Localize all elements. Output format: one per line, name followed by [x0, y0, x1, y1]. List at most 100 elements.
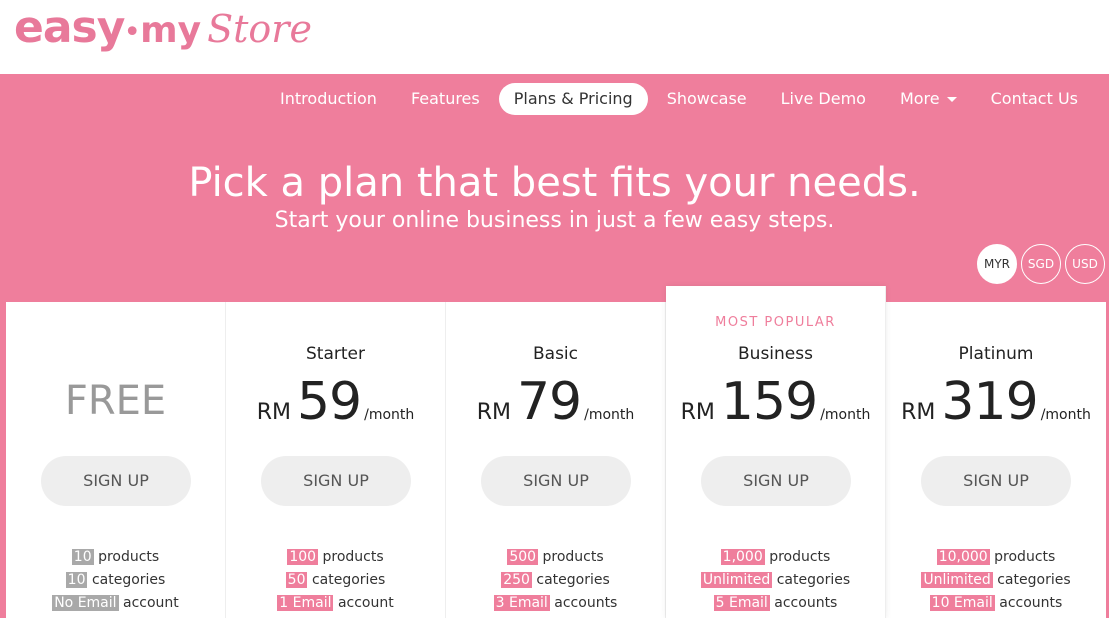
feature-label: categories: [311, 572, 386, 588]
nav-introduction[interactable]: Introduction: [263, 83, 394, 115]
price-period: /month: [820, 407, 871, 423]
feature-row: 100 products: [226, 546, 445, 569]
plan-price: RM 319 /month: [886, 372, 1106, 432]
feature-row: 10 products: [6, 546, 225, 569]
nav-plans-pricing[interactable]: Plans & Pricing: [498, 83, 648, 115]
nav-features[interactable]: Features: [394, 83, 497, 115]
feature-row: Unlimited categories: [886, 569, 1106, 592]
feature-row: 250 categories: [446, 569, 665, 592]
feature-row: 10,000 products: [886, 546, 1106, 569]
signup-button-platinum[interactable]: SIGN UP: [921, 456, 1071, 506]
feature-row: 5 Email accounts: [666, 592, 885, 615]
plan-free-label: FREE: [64, 378, 167, 424]
plan-name: Basic: [532, 344, 578, 364]
signup-button-free[interactable]: SIGN UP: [41, 456, 191, 506]
feature-value: 10: [71, 549, 94, 565]
feature-label: products: [98, 549, 160, 565]
currency-usd-button[interactable]: USD: [1065, 244, 1105, 284]
feature-row: 1 Email account: [226, 592, 445, 615]
nav-more[interactable]: More: [883, 83, 974, 115]
feature-row: 1,000 products: [666, 546, 885, 569]
signup-button-starter[interactable]: SIGN UP: [261, 456, 411, 506]
price-amount: 59: [296, 372, 362, 432]
price-currency: RM: [680, 400, 715, 425]
currency-myr-button[interactable]: MYR: [977, 244, 1017, 284]
plan-price: RM 159 /month: [666, 372, 885, 432]
nav-more-label: More: [899, 89, 940, 108]
feature-value: 1 Email: [277, 595, 334, 611]
currency-switcher: MYR SGD USD: [977, 244, 1105, 284]
price-period: /month: [584, 407, 635, 423]
page-subheadline: Start your online business in just a few…: [274, 208, 835, 233]
feature-label: products: [994, 549, 1056, 565]
chevron-down-icon: [946, 97, 957, 102]
plan-card-platinum: Platinum RM 319 /month SIGN UP 10,000 pr…: [886, 302, 1106, 618]
feature-row: 3 Email accounts: [446, 592, 665, 615]
feature-value: 50: [285, 572, 308, 588]
feature-value: Unlimited: [921, 572, 993, 588]
price-amount: 79: [516, 372, 582, 432]
feature-row: 50 categories: [226, 569, 445, 592]
feature-label: account: [123, 595, 179, 611]
plan-card-basic: Basic RM 79 /month SIGN UP 500 products …: [446, 302, 666, 618]
plan-price: RM 59 /month: [226, 372, 445, 432]
feature-label: account: [337, 595, 394, 611]
feature-value: 100: [287, 549, 319, 565]
price-period: /month: [1040, 407, 1091, 423]
nav-contact-us[interactable]: Contact Us: [974, 83, 1095, 115]
price-amount: 319: [941, 372, 1038, 432]
feature-label: products: [322, 549, 384, 565]
feature-value: 3 Email: [493, 595, 550, 611]
price-currency: RM: [256, 400, 291, 425]
pricing-plans: FREE SIGN UP 10 products 10 categories N…: [6, 286, 1106, 618]
main-nav: Introduction Features Plans & Pricing Sh…: [263, 83, 1095, 115]
feature-label: categories: [536, 572, 610, 588]
feature-row: No Email account: [6, 592, 225, 615]
plan-card-business: MOST POPULAR Business RM 159 /month SIGN…: [666, 286, 886, 618]
signup-button-business[interactable]: SIGN UP: [701, 456, 851, 506]
nav-showcase[interactable]: Showcase: [650, 83, 764, 115]
price-amount: 159: [720, 372, 818, 432]
price-currency: RM: [901, 400, 936, 425]
plan-features-platinum: 10,000 products Unlimited categories 10 …: [886, 546, 1106, 615]
feature-row: 500 products: [446, 546, 665, 569]
logo-my: my: [140, 10, 202, 51]
feature-value: 10: [65, 572, 88, 588]
page-headline: Pick a plan that best fits your needs.: [188, 160, 921, 206]
feature-value: 500: [507, 549, 539, 565]
feature-label: products: [769, 549, 831, 565]
feature-value: 250: [501, 572, 532, 588]
feature-value: 10,000: [936, 549, 990, 565]
feature-row: Unlimited categories: [666, 569, 885, 592]
plan-features-basic: 500 products 250 categories 3 Email acco…: [446, 546, 665, 615]
logo-store: Store: [207, 7, 312, 51]
feature-label: accounts: [554, 595, 618, 611]
feature-label: accounts: [999, 595, 1063, 611]
plan-features-free: 10 products 10 categories No Email accou…: [6, 546, 225, 615]
feature-row: 10 categories: [6, 569, 225, 592]
plan-name: Business: [738, 344, 813, 364]
feature-label: products: [542, 549, 604, 565]
currency-sgd-button[interactable]: SGD: [1021, 244, 1061, 284]
plan-card-starter: Starter RM 59 /month SIGN UP 100 product…: [226, 302, 446, 618]
feature-value: No Email: [52, 595, 119, 611]
plan-features-business: 1,000 products Unlimited categories 5 Em…: [666, 546, 885, 615]
feature-value: Unlimited: [700, 572, 773, 588]
plan-name: Platinum: [958, 344, 1034, 364]
price-period: /month: [364, 407, 415, 423]
price-currency: RM: [476, 400, 511, 425]
signup-button-basic[interactable]: SIGN UP: [481, 456, 631, 506]
plan-name: Starter: [306, 344, 365, 364]
plan-price: RM 79 /month: [446, 372, 665, 432]
feature-label: categories: [91, 572, 166, 588]
nav-live-demo[interactable]: Live Demo: [764, 83, 883, 115]
feature-label: categories: [776, 572, 851, 588]
feature-value: 10 Email: [929, 595, 995, 611]
feature-value: 5 Email: [713, 595, 770, 611]
top-bar: easy • my Store: [0, 0, 1109, 74]
feature-value: 1,000: [720, 549, 765, 565]
feature-label: accounts: [774, 595, 838, 611]
feature-row: 10 Email accounts: [886, 592, 1106, 615]
easymystore-logo[interactable]: easy • my Store: [14, 2, 312, 64]
logo-dot: •: [123, 15, 142, 50]
